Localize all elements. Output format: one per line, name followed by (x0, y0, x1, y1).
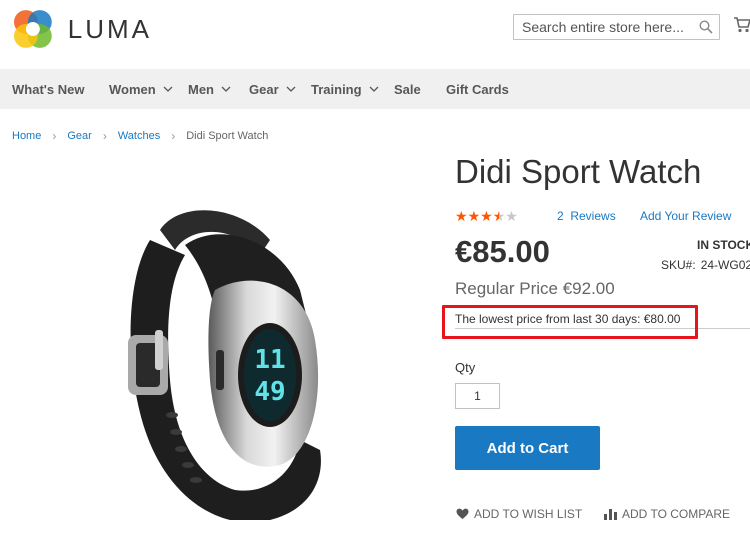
chevron-down-icon (286, 86, 296, 92)
product-price: €85.00 (455, 234, 550, 269)
nav-item-gift-cards[interactable]: Gift Cards (446, 82, 509, 97)
regular-price: Regular Price €92.00 (455, 279, 615, 298)
nav-item-label: Gift Cards (446, 81, 509, 97)
search-input[interactable] (514, 19, 710, 35)
product-title: Didi Sport Watch (455, 153, 702, 190)
nav-item-men[interactable]: Men (188, 82, 231, 97)
star-icon: ★ (455, 208, 468, 224)
nav-item-sale[interactable]: Sale (394, 82, 421, 97)
add-review-link[interactable]: Add Your Review (640, 209, 731, 223)
nav-item-label: Gear (249, 81, 279, 97)
watch-minutes: 49 (254, 377, 285, 407)
nav-item-training[interactable]: Training (311, 82, 379, 97)
sku-label: SKU#: (661, 258, 696, 272)
nav-item-label: Training (311, 81, 362, 97)
chevron-down-icon (369, 86, 379, 92)
stock-status: IN STOCK (697, 238, 750, 252)
nav-item-women[interactable]: Women (109, 82, 173, 97)
breadcrumb-separator: › (52, 129, 57, 143)
search-box[interactable] (513, 14, 720, 40)
breadcrumb-home[interactable]: Home (12, 130, 41, 142)
compare-label: ADD TO COMPARE (622, 507, 731, 521)
nav-item-label: What's New (12, 81, 85, 97)
heart-icon (456, 508, 469, 519)
luma-logo-icon (13, 10, 52, 48)
logo-text: LUMA (67, 13, 152, 44)
nav-item-label: Women (109, 81, 156, 97)
breadcrumb: Home › Gear › Watches › Didi Sport Watch (12, 129, 268, 143)
qty-input[interactable] (455, 383, 500, 409)
star-icon: ★ (492, 208, 506, 224)
nav-item-label: Men (188, 81, 214, 97)
wishlist-label: ADD TO WISH LIST (474, 507, 583, 521)
breadcrumb-separator: › (171, 129, 176, 143)
highlight-box (442, 305, 698, 339)
star-icon: ★ (467, 208, 481, 224)
nav-item-gear[interactable]: Gear (249, 82, 296, 97)
add-to-wishlist-link[interactable]: ADD TO WISH LIST (456, 507, 582, 521)
product-image[interactable]: 11 49 (120, 200, 330, 530)
breadcrumb-current: Didi Sport Watch (186, 130, 269, 142)
chevron-down-icon (221, 86, 231, 92)
sku: SKU#: 24-WG02 (661, 258, 750, 272)
nav-item-label: Sale (394, 81, 421, 97)
watch-hours: 11 (254, 345, 285, 375)
star-icon: ★ (480, 208, 493, 224)
search-icon[interactable] (699, 20, 713, 34)
cart-icon[interactable] (733, 16, 750, 34)
bar-chart-icon (604, 509, 617, 520)
chevron-down-icon (163, 86, 173, 92)
star-icon: ★ (505, 208, 518, 224)
reviews-link[interactable]: 2 Reviews (557, 209, 616, 223)
rating-stars: ★ ★ ★ ★ ★ (455, 208, 518, 224)
breadcrumb-separator: › (102, 129, 107, 143)
luma-logo[interactable]: LUMA (12, 7, 152, 51)
breadcrumb-watches[interactable]: Watches (118, 130, 160, 142)
qty-label: Qty (455, 360, 476, 375)
add-to-cart-button[interactable]: Add to Cart (455, 426, 600, 470)
add-to-compare-link[interactable]: ADD TO COMPARE (604, 507, 730, 521)
nav-item-whats-new[interactable]: What's New (12, 82, 84, 97)
main-nav: What's New Women Men Gear Training Sale … (0, 69, 750, 109)
sku-value: 24-WG02 (700, 258, 750, 272)
breadcrumb-gear[interactable]: Gear (67, 130, 91, 142)
